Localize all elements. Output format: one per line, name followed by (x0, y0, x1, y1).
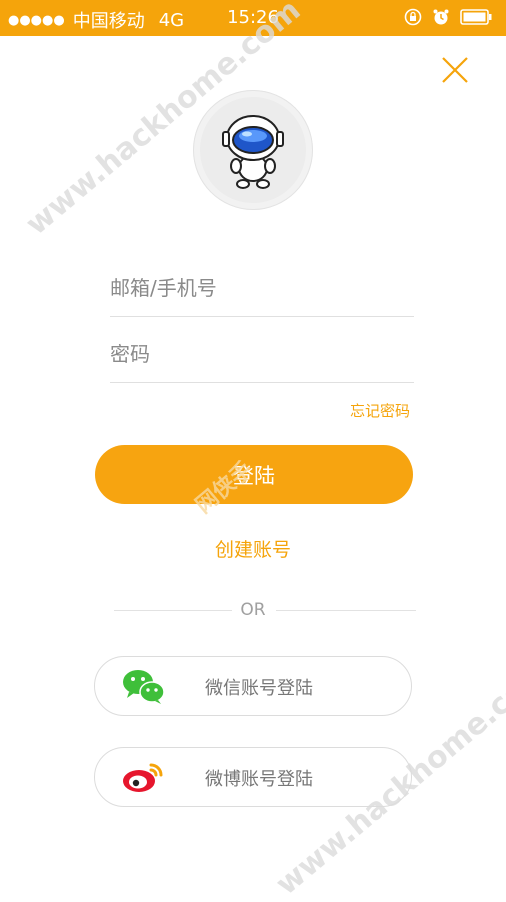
avatar[interactable] (193, 90, 313, 210)
password-field[interactable] (110, 326, 414, 383)
or-divider: OR (0, 600, 506, 622)
alarm-icon (433, 9, 449, 25)
account-input[interactable] (110, 260, 414, 316)
battery-icon (460, 9, 492, 25)
wechat-login-label: 微信账号登陆 (205, 678, 313, 699)
status-right (394, 8, 492, 26)
or-label: OR (240, 600, 266, 620)
avatar-frame (200, 97, 306, 203)
weibo-icon (123, 763, 163, 792)
weibo-login-label: 微博账号登陆 (205, 769, 313, 790)
forgot-password-link[interactable]: 忘记密码 (350, 400, 410, 421)
create-account-link[interactable]: 创建账号 (0, 535, 506, 562)
divider-line-right (276, 610, 416, 611)
wechat-icon (123, 670, 165, 704)
close-icon (442, 57, 468, 83)
orientation-lock-icon (404, 8, 422, 26)
account-field[interactable] (110, 260, 414, 317)
astronaut-mascot-icon (222, 115, 284, 189)
password-input[interactable] (110, 326, 414, 382)
close-button[interactable] (440, 55, 470, 85)
wechat-login-button[interactable]: 微信账号登陆 (94, 656, 412, 716)
